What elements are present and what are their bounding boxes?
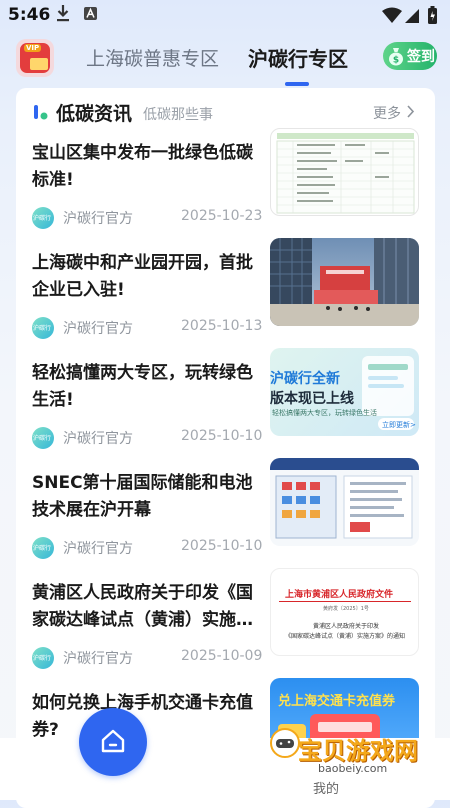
article-thumbnail[interactable]	[270, 238, 419, 326]
signin-label: 签到	[407, 49, 435, 65]
money-bag-icon: $	[389, 48, 403, 66]
article-source: 沪碳行官方	[63, 321, 133, 337]
article-thumbnail[interactable]: 上海市黄浦区人民政府文件 黄府发〔2025〕1号 黄浦区人民政府关于印发 《国家…	[270, 568, 419, 656]
article-date: 2025-10-13	[181, 318, 263, 334]
article-date: 2025-10-10	[181, 428, 263, 444]
thumb-text: 版本现已上线	[270, 391, 354, 407]
watermark-text: 宝贝游戏网	[298, 737, 418, 765]
watermark-url: baobeiy.com	[318, 762, 388, 775]
article-source: 沪碳行官方	[63, 541, 133, 557]
thumb-text: 黄府发〔2025〕1号	[323, 606, 369, 612]
signal-icon	[405, 9, 419, 23]
article-date: 2025-10-10	[181, 538, 263, 554]
article-source: 沪碳行官方	[63, 431, 133, 447]
svg-text:$: $	[393, 56, 399, 66]
article-item[interactable]: 宝山区集中发布一批绿色低碳标准! 沪碳行 沪碳行官方 2025-10-23	[16, 128, 435, 248]
thumb-text: 沪碳行全新	[270, 371, 340, 387]
chevron-right-icon[interactable]	[406, 105, 415, 118]
home-button[interactable]	[79, 708, 147, 776]
article-thumbnail[interactable]: 沪碳行全新 版本现已上线 轻松搞懂两大专区，玩转绿色生活 立即更新>	[270, 348, 419, 436]
article-date: 2025-10-23	[181, 208, 263, 224]
thumb-text: 《国家碳达峰试点（黄浦）实施方案》的通知	[285, 633, 406, 640]
thumb-text: 黄浦区人民政府关于印发	[313, 623, 380, 630]
source-avatar: 沪碳行	[32, 427, 54, 449]
thumb-text: 轻松搞懂两大专区，玩转绿色生活	[272, 409, 377, 417]
thumb-text: 上海市黄浦区人民政府文件	[285, 590, 394, 600]
article-title[interactable]: 黄浦区人民政府关于印发《国家碳达峰试点（黄浦）实施…	[32, 580, 260, 634]
article-thumbnail[interactable]	[270, 128, 419, 216]
article-item[interactable]: SNEC第十届国际储能和电池技术展在沪开幕 沪碳行 沪碳行官方 2025-10-…	[16, 458, 435, 578]
more-link[interactable]: 更多	[373, 103, 401, 123]
download-icon	[57, 5, 69, 22]
section-title: 低碳资讯	[56, 103, 133, 125]
tab-carbon-inclusion[interactable]: 上海碳普惠专区	[86, 44, 219, 71]
tab-hutanxing[interactable]: 沪碳行专区	[248, 43, 348, 72]
status-icons	[382, 6, 437, 24]
article-item[interactable]: 轻松搞懂两大专区，玩转绿色生活! 沪碳行 沪碳行官方 2025-10-10 沪碳…	[16, 348, 435, 468]
signin-button[interactable]: $ 签到	[383, 42, 437, 70]
source-avatar: 沪碳行	[32, 207, 54, 229]
section-marker-icon	[34, 105, 48, 120]
gamepad-icon	[270, 728, 300, 758]
active-tab-indicator	[285, 82, 309, 86]
article-title[interactable]: SNEC第十届国际储能和电池技术展在沪开幕	[32, 470, 260, 524]
news-card: 低碳资讯 低碳那些事 更多 宝山区集中发布一批绿色低碳标准! 沪碳行 沪碳行官方…	[16, 88, 435, 808]
article-title[interactable]: 轻松搞懂两大专区，玩转绿色生活!	[32, 360, 260, 414]
status-bar: 5:46	[0, 0, 450, 32]
thumb-text: 立即更新>	[382, 421, 416, 429]
article-date: 2025-10-09	[181, 648, 263, 664]
article-item[interactable]: 黄浦区人民政府关于印发《国家碳达峰试点（黄浦）实施… 沪碳行 沪碳行官方 202…	[16, 568, 435, 688]
article-source: 沪碳行官方	[63, 211, 133, 227]
vip-button[interactable]: VIP	[16, 39, 54, 77]
section-subtitle: 低碳那些事	[143, 107, 213, 123]
home-icon	[101, 729, 125, 753]
article-item[interactable]: 上海碳中和产业园开园，首批企业已入驻! 沪碳行 沪碳行官方 2025-10-13	[16, 238, 435, 358]
top-nav: VIP 上海碳普惠专区 沪碳行专区 $ 签到	[0, 36, 450, 86]
article-thumbnail[interactable]	[270, 458, 419, 546]
vip-tag: VIP	[24, 44, 42, 52]
watermark: 宝贝游戏网 baobeiy.com	[270, 728, 426, 788]
wifi-icon	[382, 7, 402, 23]
article-title[interactable]: 宝山区集中发布一批绿色低碳标准!	[32, 140, 260, 194]
article-source: 沪碳行官方	[63, 651, 133, 667]
source-avatar: 沪碳行	[32, 537, 54, 559]
app-notification-icon	[84, 7, 97, 20]
article-title[interactable]: 上海碳中和产业园开园，首批企业已入驻!	[32, 250, 260, 304]
source-avatar: 沪碳行	[32, 317, 54, 339]
source-avatar: 沪碳行	[32, 647, 54, 669]
status-time: 5:46	[8, 5, 51, 25]
